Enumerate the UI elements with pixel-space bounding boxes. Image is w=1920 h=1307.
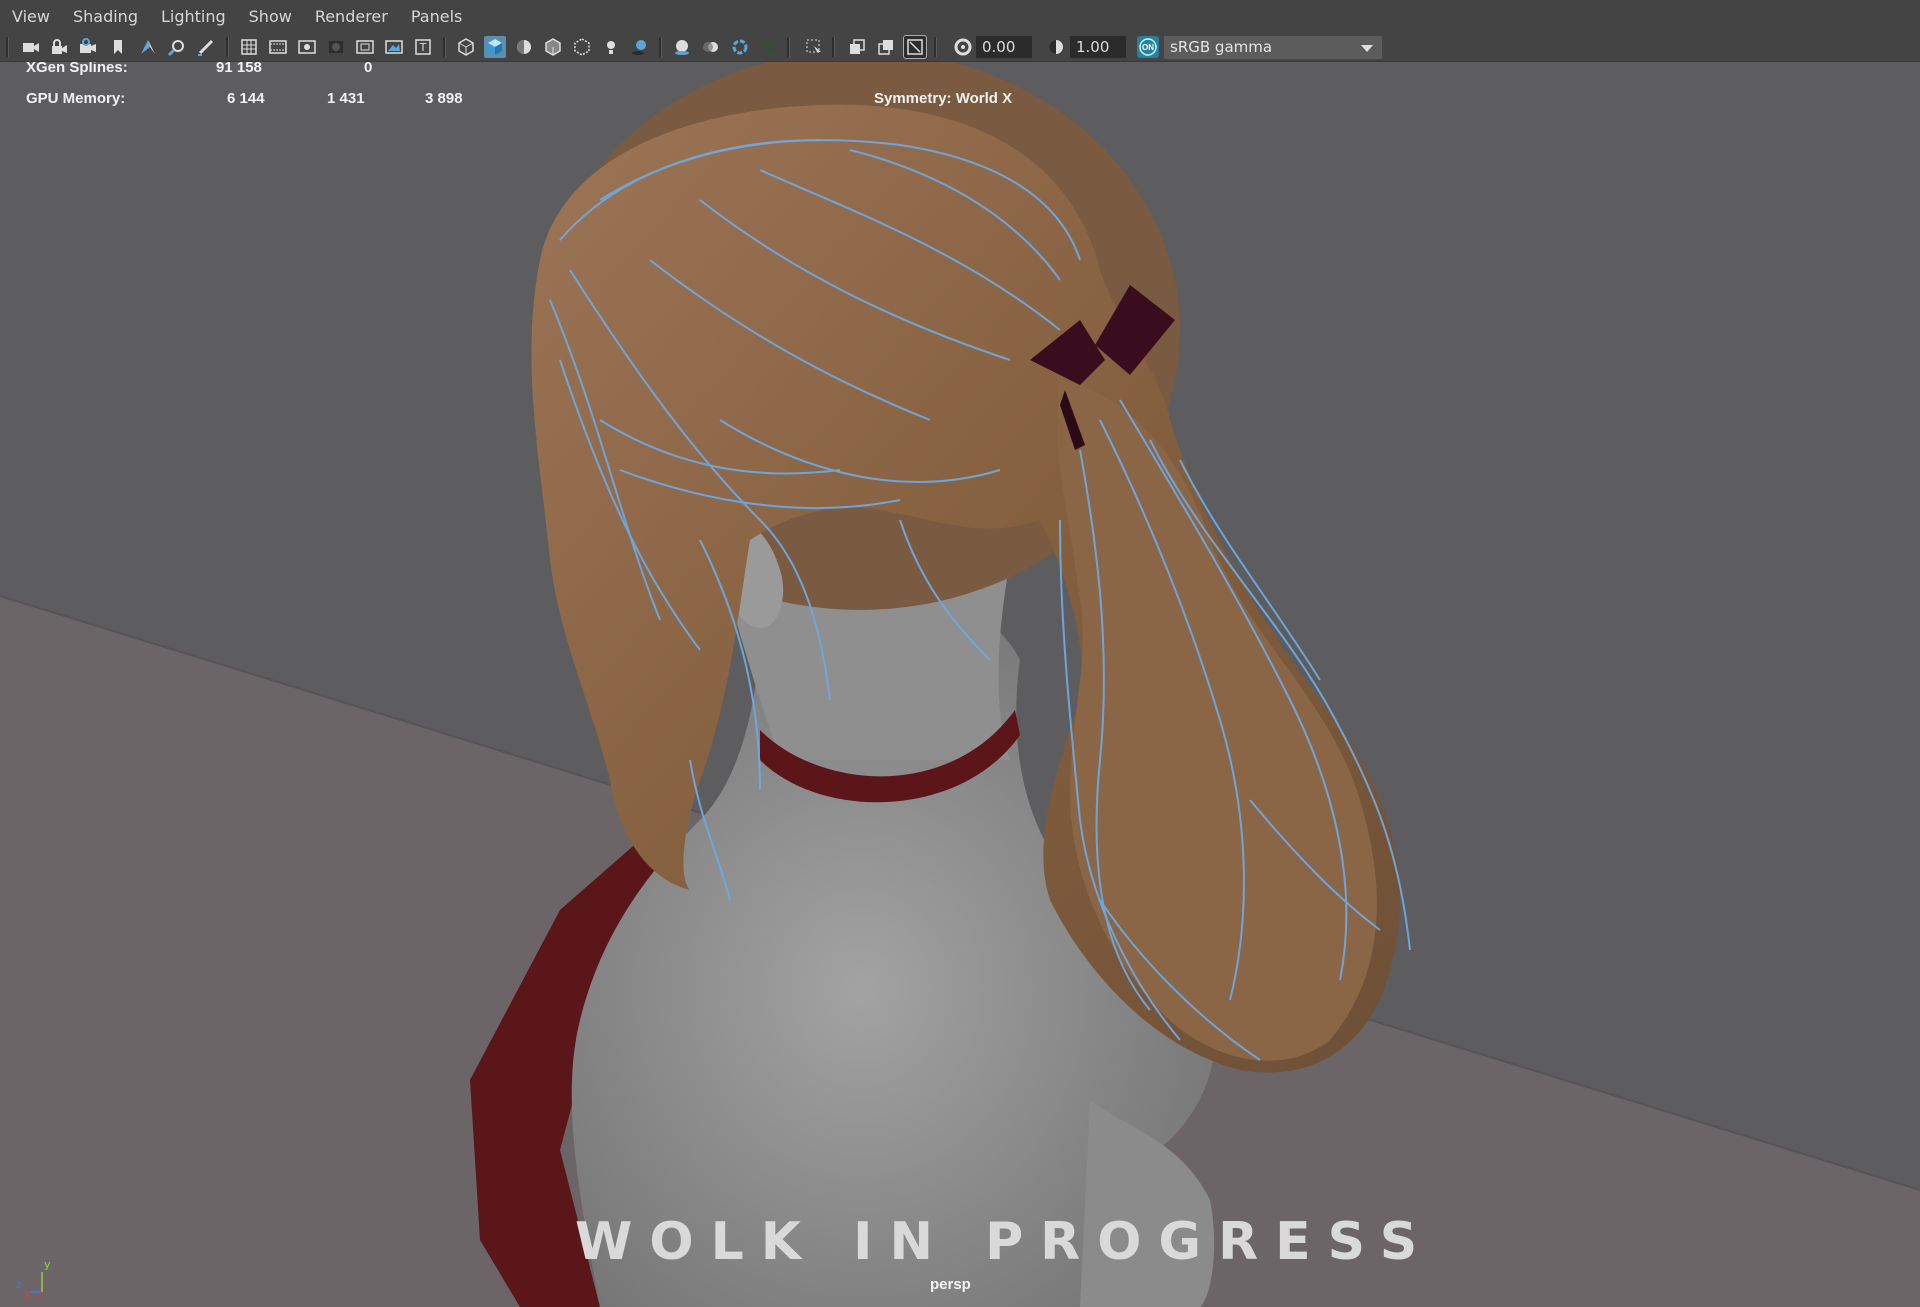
menu-lighting[interactable]: Lighting — [149, 0, 237, 33]
use-default-material-icon[interactable] — [513, 36, 535, 58]
watermark-text: WOLK IN PROGRESS — [575, 1212, 1435, 1272]
gamma-field[interactable]: 1.00 — [1070, 36, 1126, 58]
shadows-icon[interactable] — [629, 36, 651, 58]
safe-action-icon[interactable] — [383, 36, 405, 58]
bookmark-icon[interactable] — [107, 36, 129, 58]
hud-gpu-value-3: 3 898 — [425, 90, 463, 107]
exposure-icon[interactable] — [952, 36, 974, 58]
image-plane-icon[interactable] — [137, 36, 159, 58]
chevron-down-icon[interactable] — [1353, 36, 1381, 59]
screen-space-ao-icon[interactable] — [671, 36, 693, 58]
isolate-select-icon[interactable] — [803, 36, 825, 58]
exposure-field[interactable]: 0.00 — [976, 36, 1032, 58]
wireframe-on-shaded-icon[interactable] — [542, 36, 564, 58]
toolbar-separator — [226, 37, 229, 57]
hud-gpu-label: GPU Memory: — [26, 90, 126, 107]
3d-viewport[interactable]: XGen Splines: 91 158 0 GPU Memory: 6 144… — [0, 62, 1920, 1307]
hud-xgen-value-2: 0 — [364, 62, 373, 76]
axis-label-z: z — [16, 1278, 22, 1291]
lock-camera-icon[interactable] — [48, 36, 70, 58]
view-transform-select[interactable]: sRGB gamma — [1164, 36, 1382, 59]
menu-view[interactable]: View — [0, 0, 61, 33]
hud-xgen-label: XGen Splines: — [26, 62, 128, 76]
toolbar-separator — [659, 37, 662, 57]
toolbar-separator — [443, 37, 446, 57]
menu-panels[interactable]: Panels — [399, 0, 474, 33]
viewport-menu-bar: View Shading Lighting Show Renderer Pane… — [0, 0, 1920, 33]
toolbar-separator — [934, 37, 937, 57]
multisample-aa-icon[interactable] — [729, 36, 751, 58]
select-camera-icon[interactable] — [20, 36, 42, 58]
viewport-toolbar: T 0.00 1.00 ON sRGB gamma — [0, 33, 1920, 62]
axis-label-y: y — [44, 1258, 51, 1271]
hud-gpu-value-2: 1 431 — [327, 90, 365, 107]
menu-renderer[interactable]: Renderer — [303, 0, 399, 33]
camera-toggle-icon[interactable] — [903, 35, 927, 59]
axis-label-x: x — [24, 1288, 31, 1298]
grease-pencil-icon[interactable] — [195, 36, 217, 58]
color-management-icon[interactable]: ON — [1137, 36, 1159, 58]
camera-attributes-icon[interactable] — [77, 36, 99, 58]
scene-render — [0, 62, 1920, 1307]
toolbar-separator — [832, 37, 835, 57]
wireframe-icon[interactable] — [455, 36, 477, 58]
xray-active-components-icon[interactable] — [875, 36, 897, 58]
hud-xgen-value-1: 91 158 — [216, 62, 262, 76]
xray-joints-icon[interactable] — [846, 36, 868, 58]
toolbar-separator — [787, 37, 790, 57]
use-all-lights-icon[interactable] — [600, 36, 622, 58]
smooth-shade-icon[interactable] — [484, 36, 506, 58]
hud-gpu-value-1: 6 144 — [227, 90, 265, 107]
view-transform-value: sRGB gamma — [1170, 38, 1273, 56]
resolution-gate-icon[interactable] — [296, 36, 318, 58]
camera-name-label: persp — [930, 1276, 971, 1293]
motion-blur-icon[interactable] — [700, 36, 722, 58]
field-chart-icon[interactable] — [354, 36, 376, 58]
menu-show[interactable]: Show — [237, 0, 303, 33]
svg-text:T: T — [419, 41, 427, 54]
grid-icon[interactable] — [238, 36, 260, 58]
hud-symmetry: Symmetry: World X — [874, 90, 1013, 107]
color-management-badge: ON — [1142, 42, 1154, 52]
xray-icon[interactable] — [571, 36, 593, 58]
2d-pan-zoom-icon[interactable] — [166, 36, 188, 58]
toolbar-separator — [6, 37, 9, 57]
view-axis-gizmo: y z x — [16, 1258, 51, 1298]
menu-shading[interactable]: Shading — [61, 0, 149, 33]
film-gate-icon[interactable] — [267, 36, 289, 58]
gamma-icon[interactable] — [1045, 36, 1067, 58]
gate-mask-icon[interactable] — [325, 36, 347, 58]
safe-title-icon[interactable]: T — [412, 36, 434, 58]
depth-of-field-icon[interactable] — [758, 36, 780, 58]
